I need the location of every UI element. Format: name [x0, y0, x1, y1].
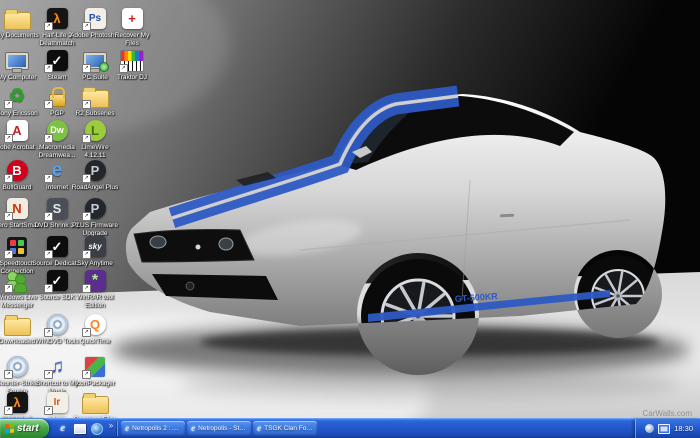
desktop-icon-label: IconPackager — [75, 380, 115, 387]
shortcut-arrow-icon: ↗ — [4, 370, 13, 379]
taskbar-divider — [117, 421, 119, 436]
desktop-icon-limewire-4-12-11[interactable]: L ↗ LimeWire 4.12.11 — [70, 118, 120, 160]
shortcut-arrow-icon: ↗ — [82, 100, 91, 109]
desktop-icon-label: QuickTime — [79, 338, 111, 345]
shortcut-arrow-icon: ↗ — [44, 284, 53, 293]
quick-launch-internet-explorer-icon[interactable]: e — [56, 422, 70, 436]
shortcut-arrow-icon: ↗ — [4, 284, 13, 293]
desktop-icon-roadangel-plus[interactable]: P ↗ RoadAngel Plus — [70, 158, 120, 192]
shortcut-arrow-icon: ↗ — [44, 370, 53, 379]
limewire-icon: L ↗ — [70, 118, 120, 143]
desktop-icon-label: RoadAngel Plus — [71, 184, 119, 191]
shortcut-arrow-icon: ↗ — [44, 212, 53, 221]
shortcut-arrow-icon: ↗ — [4, 250, 13, 259]
roadangel-icon: P ↗ — [70, 158, 120, 183]
taskbar: start e » eNetropolis 2 : Accoun...eNetr… — [0, 419, 700, 438]
shortcut-arrow-icon: ↗ — [4, 134, 13, 143]
quick-launch-browser-icon[interactable] — [90, 422, 104, 436]
shortcut-folder-icon: ↗ — [70, 84, 120, 109]
task-button-strip: eNetropolis 2 : Accoun...eNetropolis - S… — [120, 421, 318, 436]
desktop-icon-quicktime[interactable]: Q ↗ QuickTime — [70, 312, 120, 346]
desktop-icon-traktor-dj[interactable]: ↗ Traktor DJ — [107, 48, 157, 82]
winrar-tool-icon: * ↗ — [70, 268, 120, 293]
shortcut-arrow-icon: ↗ — [82, 64, 91, 73]
plus-firmware-icon: P ↗ — [70, 196, 120, 221]
internet-explorer-icon: e — [125, 423, 130, 433]
shortcut-arrow-icon: ↗ — [82, 134, 91, 143]
quicktime-icon: Q ↗ — [70, 312, 120, 337]
desktop-icon-sky-anytime[interactable]: sky ↗ Sky Anytime — [70, 234, 120, 268]
system-tray: 18:30 — [635, 419, 700, 438]
shortcut-arrow-icon: ↗ — [44, 64, 53, 73]
start-button-label: start — [17, 423, 39, 434]
task-button-netropolis-2-accoun[interactable]: eNetropolis 2 : Accoun... — [121, 421, 186, 436]
shortcut-arrow-icon: ↗ — [4, 174, 13, 183]
shortcut-arrow-icon: ↗ — [4, 406, 13, 415]
shortcut-arrow-icon: ↗ — [44, 134, 53, 143]
network-display-icon[interactable] — [658, 423, 671, 434]
shortcut-arrow-icon: ↗ — [44, 22, 53, 31]
shortcut-arrow-icon: ↗ — [82, 284, 91, 293]
windows-flag-icon — [5, 423, 14, 434]
desktop: GT-500KR CarWalls.com My Documentsλ↗Half… — [0, 0, 700, 438]
desktop-icon-label: WinRAR tool Edition — [76, 294, 114, 310]
iconpackager-icon: ↗ — [70, 354, 120, 379]
internet-explorer-icon: e — [257, 423, 262, 433]
quick-launch-show-desktop-icon[interactable] — [73, 422, 87, 436]
desktop-icon-label: Traktor DJ — [116, 74, 148, 81]
shortcut-arrow-icon: ↗ — [119, 64, 128, 73]
quick-launch-overflow-chevron[interactable]: » — [109, 421, 113, 430]
desktop-icon-grid: My Documentsλ↗Half-Life 2 DeathmatchPs↗A… — [0, 0, 700, 438]
recover-my-files-icon: + — [107, 6, 157, 31]
shortcut-arrow-icon: ↗ — [82, 370, 91, 379]
volume-icon[interactable] — [645, 424, 655, 433]
shortcut-arrow-icon: ↗ — [44, 250, 53, 259]
shortcut-arrow-icon: ↗ — [82, 174, 91, 183]
shortcut-arrow-icon: ↗ — [82, 328, 91, 337]
received-files-folder-icon — [70, 390, 120, 415]
quick-launch-bar: e — [49, 422, 109, 436]
shortcut-arrow-icon: ↗ — [44, 328, 53, 337]
desktop-icon-plus-firmware-upgrade[interactable]: P ↗ PLUS Firmware Upgrade — [70, 196, 120, 238]
task-button-netropolis-statistics[interactable]: eNetropolis - Statistics... — [187, 421, 252, 436]
internet-explorer-icon: e — [191, 423, 196, 433]
shortcut-arrow-icon: ↗ — [44, 100, 53, 109]
shortcut-arrow-icon: ↗ — [44, 406, 53, 415]
taskbar-clock: 18:30 — [674, 424, 693, 433]
desktop-icon-winrar-tool-edition[interactable]: * ↗ WinRAR tool Edition — [70, 268, 120, 310]
shortcut-arrow-icon: ↗ — [82, 250, 91, 259]
shortcut-arrow-icon: ↗ — [82, 212, 91, 221]
desktop-icon-label: Sky Anytime — [77, 260, 113, 267]
shortcut-arrow-icon: ↗ — [4, 100, 13, 109]
desktop-icon-r2-subseries[interactable]: ↗ R2 Subseries — [70, 84, 120, 118]
desktop-icon-iconpackager[interactable]: ↗ IconPackager — [70, 354, 120, 388]
shortcut-arrow-icon: ↗ — [44, 174, 53, 183]
shortcut-arrow-icon: ↗ — [4, 212, 13, 221]
desktop-icon-label: R2 Subseries — [75, 110, 115, 117]
task-button-label: Netropolis - Statistics... — [198, 425, 247, 432]
desktop-icon-label: Recover My Files — [114, 32, 150, 48]
midi-keys-icon: ↗ — [107, 48, 157, 73]
shortcut-arrow-icon: ↗ — [82, 22, 91, 31]
desktop-icon-recover-my-files[interactable]: + Recover My Files — [107, 6, 157, 48]
task-button-tsgk-clan-forum-v[interactable]: eTSGK Clan Forum :: V... — [253, 421, 318, 436]
task-button-label: TSGK Clan Forum :: V... — [264, 425, 313, 432]
task-button-label: Netropolis 2 : Accoun... — [132, 425, 181, 432]
start-button[interactable]: start — [0, 419, 49, 438]
sky-anytime-icon: sky ↗ — [70, 234, 120, 259]
